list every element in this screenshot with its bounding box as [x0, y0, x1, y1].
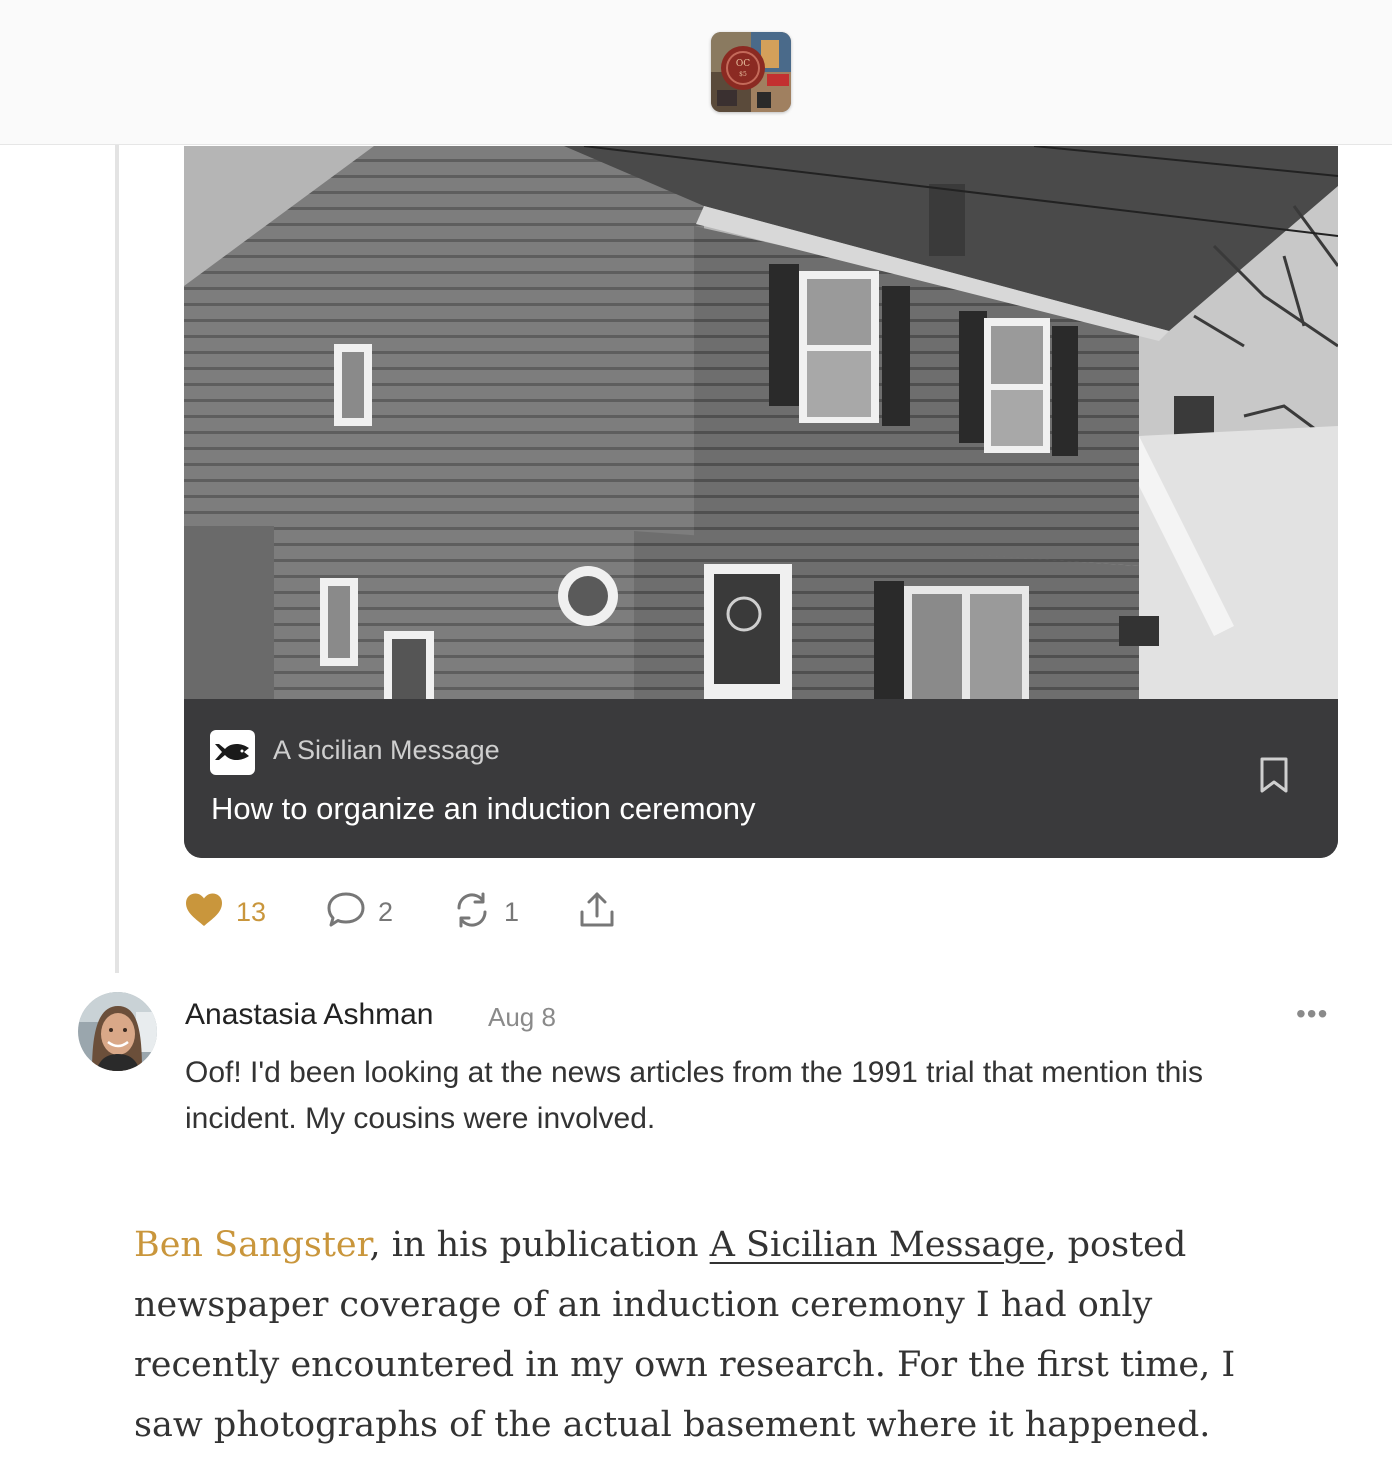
heart-icon — [184, 892, 224, 933]
comment-date: Aug 8 — [488, 1002, 556, 1032]
like-button[interactable]: 13 — [184, 890, 266, 934]
svg-text:OC: OC — [736, 59, 750, 69]
restack-button[interactable]: 1 — [452, 890, 519, 934]
share-icon — [577, 890, 617, 935]
post-card-footer: A Sicilian Message How to organize an in… — [184, 699, 1338, 858]
post-photo — [184, 146, 1338, 699]
embedded-post-card[interactable]: A Sicilian Message How to organize an in… — [184, 146, 1338, 858]
comment-author[interactable]: Anastasia Ashman — [185, 998, 433, 1032]
bookmark-icon[interactable] — [1256, 755, 1292, 795]
comment-icon — [326, 890, 366, 935]
comment-count: 2 — [378, 896, 394, 927]
svg-text:$5: $5 — [739, 71, 747, 78]
restack-count: 1 — [504, 896, 520, 927]
publication-link[interactable]: A Sicilian Message — [710, 1225, 1046, 1265]
comment: Anastasia Ashman Aug 8 ••• Oof! I'd been… — [78, 990, 1348, 1150]
restack-icon — [452, 890, 492, 935]
avatar[interactable] — [78, 992, 157, 1071]
post-actions: 13 2 1 — [184, 890, 684, 934]
article-text-1: , in his publication — [369, 1225, 710, 1265]
author-link[interactable]: Ben Sangster — [134, 1225, 370, 1265]
embed-post-title[interactable]: How to organize an induction ceremony — [211, 791, 756, 827]
embed-publication-name[interactable]: A Sicilian Message — [273, 735, 500, 766]
publication-logo-icon[interactable]: OC $5 — [711, 32, 791, 112]
like-count: 13 — [236, 896, 267, 927]
more-options-icon[interactable]: ••• — [1296, 998, 1328, 1030]
comment-button[interactable]: 2 — [326, 890, 393, 934]
top-bar: OC $5 — [0, 0, 1392, 145]
share-button[interactable] — [577, 890, 617, 934]
fish-icon — [210, 730, 255, 775]
comment-body: Oof! I'd been looking at the news articl… — [185, 1056, 1203, 1135]
thread-line — [115, 145, 119, 973]
article-paragraph: Ben Sangster, in his publication A Sicil… — [134, 1215, 1304, 1455]
